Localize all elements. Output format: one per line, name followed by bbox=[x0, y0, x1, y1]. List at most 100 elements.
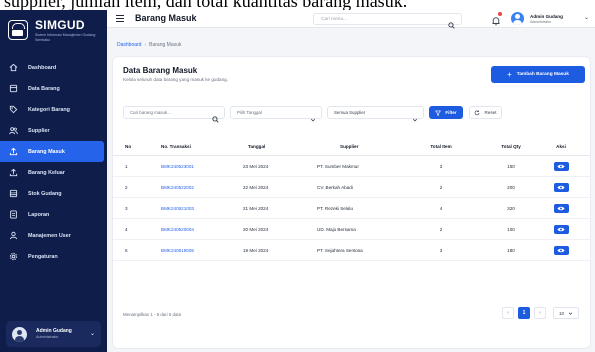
transaction-link[interactable]: BMK240520004 bbox=[161, 219, 194, 239]
sidebar-item-label: Barang Keluar bbox=[28, 169, 65, 176]
incoming-goods-table: No No. Transaksi Tanggal Supplier Total … bbox=[113, 137, 590, 261]
reset-button-label: Reset bbox=[484, 110, 497, 115]
table-header-row: No No. Transaksi Tanggal Supplier Total … bbox=[113, 137, 590, 156]
cell-supplier: UD. Maju Bersama bbox=[317, 226, 356, 232]
sidebar-item-supplier[interactable]: Supplier bbox=[0, 120, 107, 141]
app-subtitle: Sistem Informasi Manajemen Gudang Sembak… bbox=[35, 33, 96, 42]
box-icon bbox=[9, 84, 18, 93]
sidebar-item-manajemen-user[interactable]: Manajemen User bbox=[0, 225, 107, 246]
cell-supplier: PT. Sejahtera Sentosa bbox=[317, 247, 363, 253]
column-header-total-qty: Total Qty bbox=[501, 143, 521, 149]
chevron-down-icon bbox=[412, 110, 418, 128]
cell-total-qty: 180 bbox=[507, 247, 515, 253]
cell-total-item: 3 bbox=[439, 163, 443, 169]
column-header-date: Tanggal bbox=[248, 143, 266, 149]
cell-supplier: PT. Sumber Makmur bbox=[317, 163, 359, 169]
transaction-link[interactable]: BMK240522002 bbox=[161, 177, 194, 197]
search-input[interactable]: Cari menu... bbox=[313, 13, 462, 29]
plus-icon: + bbox=[507, 70, 512, 79]
eye-icon bbox=[553, 245, 569, 255]
filter-search-placeholder: Cari barang masuk... bbox=[130, 110, 171, 115]
filter-search-input[interactable]: Cari barang masuk... bbox=[123, 106, 225, 123]
sidebar-item-label: Dashboard bbox=[28, 64, 57, 71]
cell-supplier: CV. Berkah Abadi bbox=[317, 184, 353, 190]
reset-button[interactable]: Reset bbox=[469, 106, 502, 119]
transaction-link[interactable]: BMK240521003 bbox=[161, 198, 194, 218]
app-window: SIMGUD Sistem Informasi Manajemen Gudang… bbox=[0, 10, 595, 352]
filter-icon bbox=[435, 110, 442, 116]
cell-total-item: 2 bbox=[439, 226, 443, 232]
sidebar-nav: Dashboard Data Barang Kategori Barang Su… bbox=[0, 57, 107, 267]
section-title: Data Barang Masuk bbox=[123, 66, 198, 75]
chevron-down-icon: ⌄ bbox=[90, 331, 96, 337]
cell-date: 22 Mei 2024 bbox=[243, 184, 269, 190]
sidebar-item-label: Supplier bbox=[28, 127, 50, 134]
cell-supplier: PT. Rezeki Selalu bbox=[317, 205, 354, 211]
per-page-select[interactable]: 10 bbox=[553, 307, 579, 319]
chevron-down-icon bbox=[568, 311, 573, 316]
view-button[interactable] bbox=[545, 156, 577, 176]
sidebar-item-barang-masuk[interactable]: Barang Masuk bbox=[0, 141, 104, 162]
upload-icon bbox=[9, 147, 18, 156]
per-page-value: 10 bbox=[558, 310, 565, 316]
cell-no: 1 bbox=[125, 163, 128, 169]
avatar bbox=[12, 326, 27, 342]
transaction-link[interactable]: BMK240523001 bbox=[161, 156, 194, 176]
menu-toggle-icon[interactable] bbox=[116, 15, 124, 22]
sidebar-item-kategori-barang[interactable]: Kategori Barang bbox=[0, 99, 107, 120]
users-icon bbox=[9, 126, 18, 135]
sidebar-item-label: Stok Gudang bbox=[28, 190, 62, 197]
supplier-select[interactable]: Semua Supplier bbox=[327, 106, 424, 121]
search-icon bbox=[212, 110, 219, 128]
pagination-info: Menampilkan 1 - 5 dari 5 data bbox=[123, 312, 182, 317]
eye-icon bbox=[553, 161, 569, 171]
cell-date: 23 Mei 2024 bbox=[243, 163, 269, 169]
reset-icon bbox=[474, 109, 480, 116]
table-row: 4 BMK240520004 20 Mei 2024 UD. Maju Bers… bbox=[113, 219, 590, 240]
search-placeholder: Cari menu... bbox=[321, 16, 348, 22]
sidebar-item-data-barang[interactable]: Data Barang bbox=[0, 78, 107, 99]
column-header-transaction: No. Transaksi bbox=[161, 143, 191, 149]
page-title: Barang Masuk bbox=[135, 13, 197, 23]
user-icon bbox=[9, 231, 18, 240]
sidebar-user-role: Administrator bbox=[36, 335, 59, 339]
sidebar-item-label: Pengaturan bbox=[28, 253, 58, 260]
sidebar-item-pengaturan[interactable]: Pengaturan bbox=[0, 246, 107, 267]
sidebar-user-menu[interactable]: Admin Gudang Administrator ⌄ bbox=[6, 321, 101, 347]
add-incoming-button[interactable]: + Tambah Barang Masuk bbox=[491, 66, 585, 83]
cell-total-item: 2 bbox=[439, 184, 443, 190]
next-page-button[interactable]: › bbox=[534, 307, 546, 319]
prev-page-button[interactable]: ‹ bbox=[502, 307, 514, 319]
transaction-link[interactable]: BMK240519005 bbox=[161, 240, 194, 260]
notification-badge bbox=[498, 12, 502, 16]
chevron-down-icon: ⌄ bbox=[584, 15, 590, 21]
brand[interactable]: SIMGUD Sistem Informasi Manajemen Gudang… bbox=[6, 16, 102, 46]
sidebar-item-stok-gudang[interactable]: Stok Gudang bbox=[0, 183, 107, 204]
view-button[interactable] bbox=[545, 240, 577, 260]
avatar bbox=[511, 12, 524, 25]
upload-icon bbox=[9, 168, 18, 177]
page-1-button[interactable]: 1 bbox=[518, 307, 530, 319]
sidebar-item-dashboard[interactable]: Dashboard bbox=[0, 57, 107, 78]
notification-bell-icon[interactable] bbox=[491, 12, 502, 26]
supplier-select-value: Semua Supplier bbox=[334, 110, 366, 115]
content-card: Data Barang Masuk Kelola seluruh data ba… bbox=[113, 57, 590, 348]
view-button[interactable] bbox=[545, 198, 577, 218]
view-button[interactable] bbox=[545, 177, 577, 197]
add-incoming-label: Tambah Barang Masuk bbox=[516, 72, 569, 77]
breadcrumb-home-link[interactable]: Dashboard bbox=[117, 42, 141, 48]
header-user-menu[interactable]: Admin Gudang Administrator ⌄ bbox=[511, 11, 595, 27]
cell-date: 19 Mei 2024 bbox=[243, 247, 269, 253]
sidebar-item-laporan[interactable]: Laporan bbox=[0, 204, 107, 225]
eye-icon bbox=[553, 182, 569, 192]
app-name: SIMGUD bbox=[35, 18, 85, 32]
filter-button[interactable]: Filter bbox=[429, 106, 463, 119]
cell-no: 4 bbox=[125, 226, 128, 232]
date-picker-field[interactable]: Pilih Tanggal bbox=[230, 106, 322, 121]
breadcrumb-separator: › bbox=[144, 42, 147, 48]
view-button[interactable] bbox=[545, 219, 577, 239]
filter-button-label: Filter bbox=[445, 110, 457, 115]
sidebar-item-label: Data Barang bbox=[28, 85, 60, 92]
sidebar-item-barang-keluar[interactable]: Barang Keluar bbox=[0, 162, 107, 183]
search-icon bbox=[448, 16, 455, 34]
